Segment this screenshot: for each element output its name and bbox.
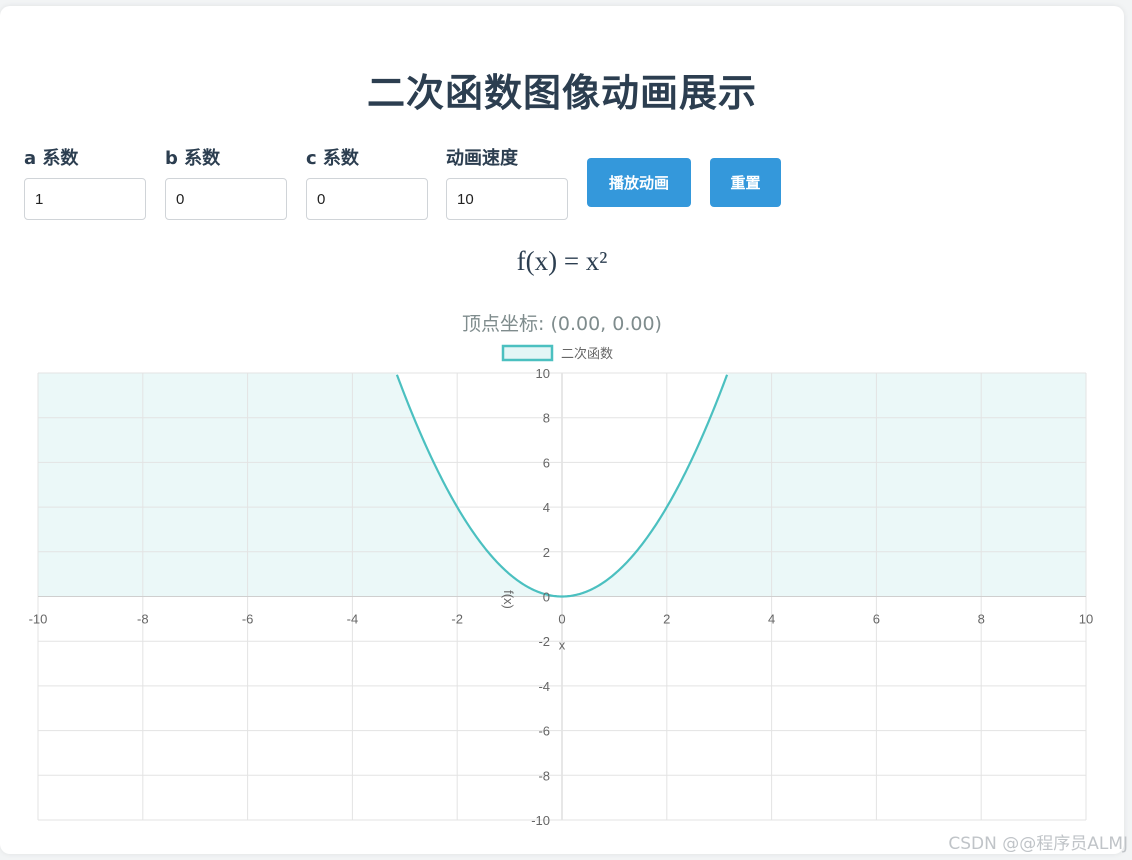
vertex-coordinates: 顶点坐标: (0.00, 0.00) <box>462 313 662 335</box>
coefficient-b-control: b 系数 <box>165 148 287 220</box>
play-animation-button[interactable]: 播放动画 <box>587 158 691 207</box>
main-card <box>0 6 1124 854</box>
coefficient-c-control: c 系数 <box>306 148 428 220</box>
animation-speed-control: 动画速度 <box>446 148 568 220</box>
coefficient-a-label: a 系数 <box>24 148 79 169</box>
coefficient-b-input[interactable] <box>165 178 287 220</box>
animation-speed-label: 动画速度 <box>446 148 518 169</box>
animation-speed-input[interactable] <box>446 178 568 220</box>
coefficient-c-input[interactable] <box>306 178 428 220</box>
coefficient-c-label: c 系数 <box>306 148 359 169</box>
coefficient-a-control: a 系数 <box>24 148 146 220</box>
function-formula: f(x) = x² <box>516 246 608 276</box>
coefficient-a-input[interactable] <box>24 178 146 220</box>
csdn-watermark: CSDN @@程序员ALMJ <box>948 834 1128 854</box>
page-title: 二次函数图像动画展示 <box>366 71 757 115</box>
coefficient-b-label: b 系数 <box>165 148 221 169</box>
reset-button[interactable]: 重置 <box>710 158 781 207</box>
